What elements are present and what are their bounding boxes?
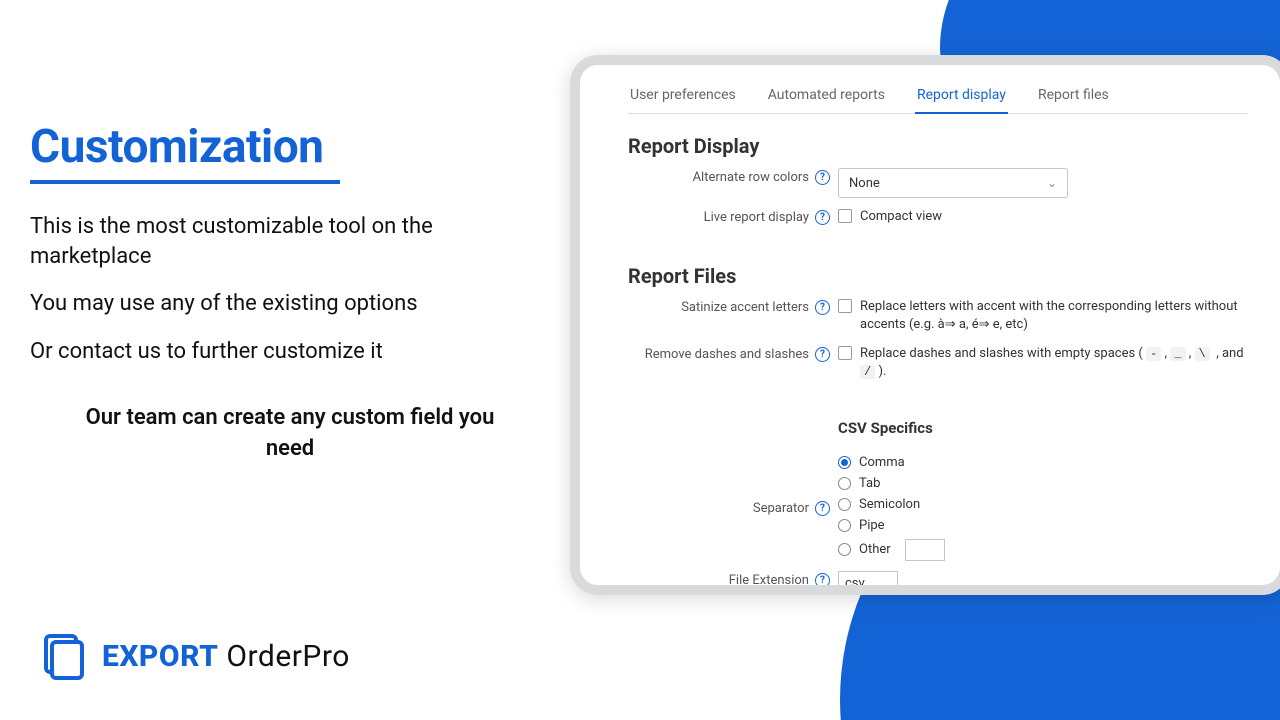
heading-underline <box>30 180 340 184</box>
help-icon[interactable]: ? <box>815 501 830 516</box>
page-heading: Customization <box>30 120 550 174</box>
help-icon[interactable]: ? <box>815 210 830 225</box>
remove-dashes-description: Replace dashes and slashes with empty sp… <box>860 345 1248 381</box>
csv-specifics-heading: CSV Specifics <box>838 419 1248 437</box>
settings-tabs: User preferences Automated reports Repor… <box>628 83 1248 114</box>
chevron-down-icon: ⌄ <box>1047 176 1057 190</box>
help-icon[interactable]: ? <box>815 300 830 315</box>
separator-other-input[interactable] <box>905 539 945 561</box>
satinize-checkbox[interactable] <box>838 299 852 313</box>
help-icon[interactable]: ? <box>815 347 830 362</box>
settings-frame: User preferences Automated reports Repor… <box>570 55 1280 595</box>
file-extension-label: File Extension <box>729 573 809 585</box>
tab-automated-reports[interactable]: Automated reports <box>766 83 887 113</box>
separator-semicolon-radio[interactable]: Semicolon <box>838 497 1248 512</box>
marketing-tagline: Our team can create any custom field you… <box>30 403 550 465</box>
marketing-column: Customization This is the most customiza… <box>30 120 550 482</box>
live-report-display-label: Live report display <box>704 210 809 225</box>
marketing-line-1: This is the most customizable tool on th… <box>30 212 550 271</box>
alternate-row-colors-label: Alternate row colors <box>693 170 809 185</box>
file-extension-input[interactable]: csv <box>838 571 898 585</box>
section-title-report-files: Report Files <box>628 264 1248 288</box>
brand-word-orderpro: OrderPro <box>226 639 349 674</box>
tab-user-preferences[interactable]: User preferences <box>628 83 738 113</box>
brand-word-export: EXPORT <box>102 639 218 674</box>
help-icon[interactable]: ? <box>815 170 830 185</box>
compact-view-label: Compact view <box>860 208 942 226</box>
marketing-line-2: You may use any of the existing options <box>30 289 550 319</box>
separator-pipe-radio[interactable]: Pipe <box>838 518 1248 533</box>
remove-dashes-label: Remove dashes and slashes <box>645 347 809 362</box>
tab-report-display[interactable]: Report display <box>915 83 1008 113</box>
brand-logo-icon <box>40 632 88 680</box>
section-title-report-display: Report Display <box>628 134 1248 158</box>
help-icon[interactable]: ? <box>815 573 830 585</box>
separator-tab-radio[interactable]: Tab <box>838 476 1248 491</box>
brand-text: EXPORT OrderPro <box>102 639 350 674</box>
separator-label: Separator <box>753 501 809 516</box>
satinize-description: Replace letters with accent with the cor… <box>860 298 1248 334</box>
separator-comma-radio[interactable]: Comma <box>838 455 1248 470</box>
compact-view-checkbox[interactable] <box>838 209 852 223</box>
marketing-line-3: Or contact us to further customize it <box>30 337 550 367</box>
satinize-label: Satinize accent letters <box>681 300 809 315</box>
alternate-row-colors-select[interactable]: None ⌄ <box>838 168 1068 198</box>
tab-report-files[interactable]: Report files <box>1036 83 1111 113</box>
brand-block: EXPORT OrderPro <box>40 632 350 680</box>
separator-other-radio[interactable]: Other <box>838 539 1248 561</box>
alternate-row-colors-value: None <box>849 176 880 191</box>
remove-dashes-checkbox[interactable] <box>838 346 852 360</box>
